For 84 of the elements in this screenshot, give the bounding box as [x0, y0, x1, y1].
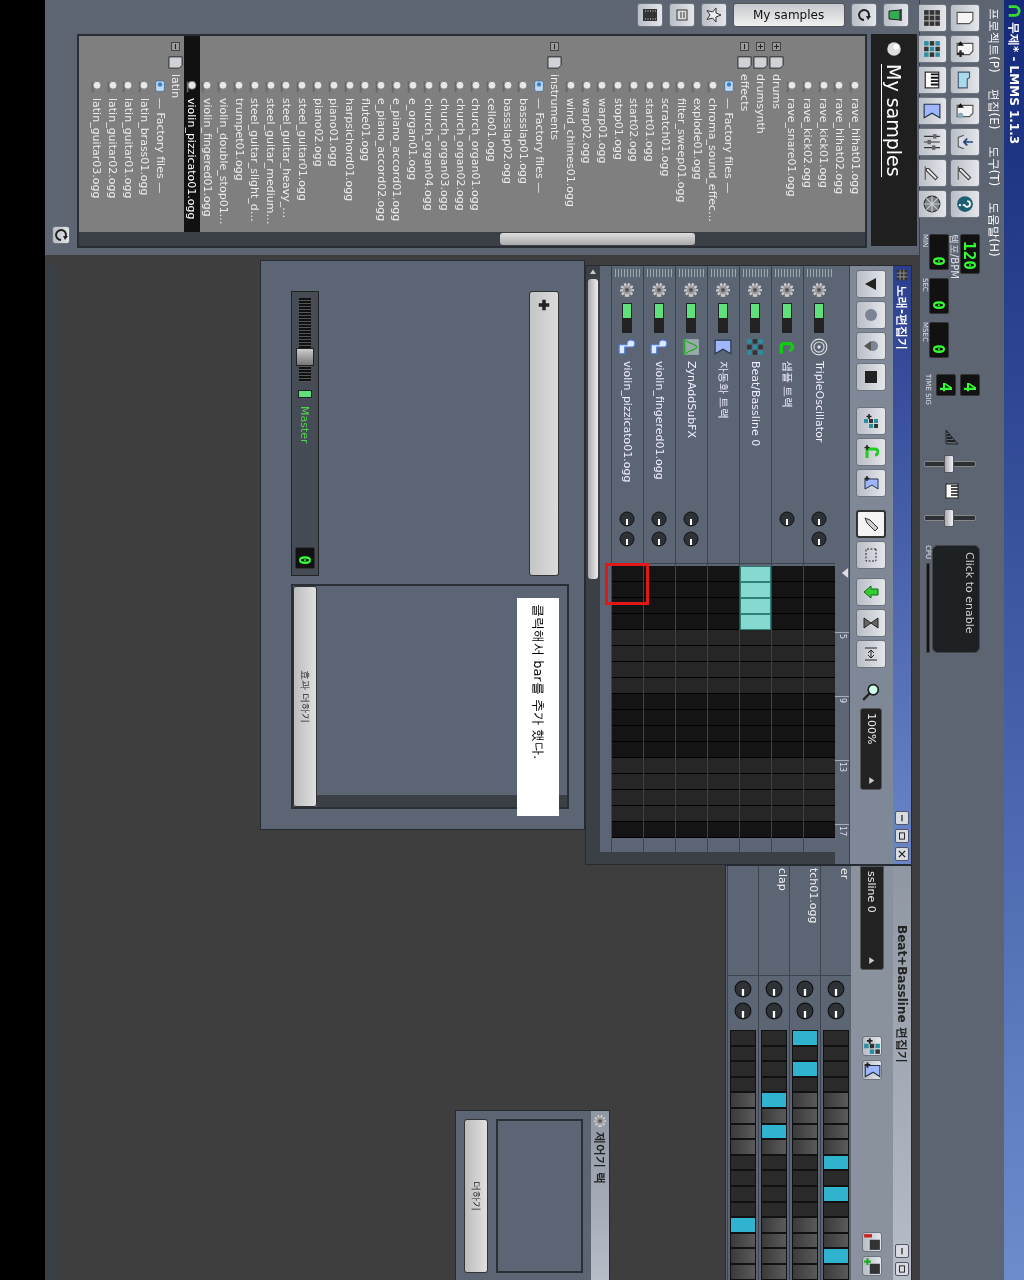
tempo-display[interactable]: 120 [960, 234, 980, 274]
tree-item[interactable]: flute01.ogg [357, 36, 374, 232]
track-name[interactable]: ZynAddSubFX [685, 361, 698, 506]
tree-item[interactable]: rave_hihat01.ogg [847, 36, 863, 232]
tree-item[interactable]: steel_guitar_slight_d… [246, 36, 263, 232]
track-name[interactable]: violin_pizzicato01.ogg [621, 361, 634, 506]
tree-item[interactable]: explode01.ogg [689, 36, 706, 232]
tree-item[interactable]: start01.ogg [641, 36, 658, 232]
cpu-load-display[interactable]: Click to enable [932, 544, 980, 653]
track-name[interactable]: violin_fingered01.ogg [653, 361, 666, 506]
zoom-dropdown[interactable]: 100% [860, 708, 883, 790]
pattern-dropdown[interactable]: ssline 0 [860, 866, 884, 970]
tempo-label: 템포/BPM [949, 234, 960, 281]
tree-item[interactable]: instruments [547, 36, 563, 232]
tree-item[interactable]: bassslap02.ogg [499, 36, 516, 232]
tree-item[interactable]: piano01.ogg [325, 36, 342, 232]
tree-item[interactable]: start02.ogg [626, 36, 642, 232]
tree-item[interactable]: harpsichord01.ogg [341, 36, 358, 232]
tree-item[interactable]: scratch01.ogg [657, 36, 674, 232]
window-title: 노래-편집기 [894, 285, 911, 352]
tree-item[interactable]: — Factory files — [152, 36, 168, 232]
menu-item[interactable]: 도구(T) [985, 145, 1003, 187]
track-name[interactable]: Beat/Bassline 0 [749, 361, 762, 506]
tree-item[interactable]: wind_chimes01.ogg [562, 36, 579, 232]
channel-number-display: 0 [295, 547, 315, 569]
tree-item[interactable]: violin_double_stop01… [215, 36, 232, 232]
tree-item[interactable]: steel_guitar_heavy_… [278, 36, 295, 232]
sidebar-tab[interactable]: My samples [733, 3, 845, 27]
track-name[interactable]: 자동화 트랙 [716, 361, 731, 506]
time-signature-numerator[interactable]: 4 [960, 374, 980, 396]
tree-item[interactable]: effects [736, 36, 753, 232]
tree-item[interactable]: violin_fingered01.ogg [199, 36, 216, 232]
menu-item[interactable]: 편집(E) [985, 88, 1003, 130]
track-name[interactable]: clap [759, 866, 789, 976]
tree-item[interactable]: church_organ02.ogg [452, 36, 469, 232]
channel-label: Master [298, 406, 312, 444]
tree-item[interactable]: trumpet01.ogg [231, 36, 247, 232]
tree-item[interactable]: e_piano_accord01.ogg [389, 36, 405, 232]
window-title: 제어기 랙 [592, 1132, 609, 1185]
window-title: 무제* - LMMS 1.1.3 [1006, 22, 1023, 145]
tree-item[interactable]: bassslap01.ogg [515, 36, 532, 232]
tree-item[interactable]: rave_kick02.ogg [799, 36, 816, 232]
tree-item[interactable]: rave_snare01.ogg [784, 36, 800, 232]
time-display: 0 [929, 322, 949, 358]
tree-item[interactable]: steel_guitar_medium… [262, 36, 279, 232]
tree-item[interactable]: piano02.ogg [310, 36, 326, 232]
tree-item[interactable]: warp01.ogg [594, 36, 611, 232]
add-controller-button[interactable]: 더하기 [464, 1119, 488, 1273]
tree-item[interactable]: latin_guitar01.ogg [120, 36, 137, 232]
tree-item[interactable]: steel_guitar01.ogg [294, 36, 311, 232]
tree-item[interactable]: filter_sweep01.ogg [673, 36, 690, 232]
tree-item[interactable]: cello01.ogg [483, 36, 500, 232]
tree-item[interactable]: drumsynth [752, 36, 769, 232]
tree-item[interactable]: warp02.ogg [578, 36, 595, 232]
time-display: 0 [929, 278, 949, 314]
tree-item[interactable]: chroma_sound_effec… [705, 36, 721, 232]
tree-item[interactable]: church_organ01.ogg [468, 36, 484, 232]
tree-item[interactable]: latin_brass01.ogg [136, 36, 153, 232]
browser-title: My samples [881, 64, 907, 177]
track-name[interactable]: tch01.ogg [790, 866, 820, 976]
track-name[interactable]: er [821, 866, 851, 976]
tree-item[interactable]: latin_guitar03.ogg [88, 36, 105, 232]
tree-item[interactable]: church_organ03.ogg [436, 36, 453, 232]
tree-item[interactable]: latin [167, 36, 184, 232]
tree-item[interactable]: latin_guitar02.ogg [104, 36, 121, 232]
tree-item[interactable]: violin_pizzicato01.ogg [183, 36, 200, 232]
tree-item[interactable]: e_organ01.ogg [404, 36, 421, 232]
tree-item[interactable]: stop01.ogg [610, 36, 627, 232]
tree-item[interactable]: — Factory files — [531, 36, 548, 232]
time-signature-denominator[interactable]: 4 [936, 374, 956, 396]
track-name[interactable]: TripleOscillator [813, 361, 826, 506]
add-effect-button[interactable]: 효과 더하기 [293, 586, 317, 807]
tree-item[interactable]: e_piano_accord02.ogg [373, 36, 390, 232]
tree-item[interactable]: rave_hihat02.ogg [831, 36, 848, 232]
menu-item[interactable]: 프로젝트(P) [985, 8, 1003, 73]
tree-item[interactable]: drums [768, 36, 784, 232]
time-display: 0 [929, 234, 949, 270]
menu-item[interactable]: 도움말(H) [985, 202, 1003, 257]
tree-item[interactable]: church_organ04.ogg [420, 36, 437, 232]
tree-item[interactable]: rave_kick01.ogg [815, 36, 832, 232]
window-title: Beat+Bassline 편집기 [894, 924, 911, 1065]
track-name[interactable]: 샘플 트랙 [780, 361, 795, 506]
tooltip: 클릭해서 bar를 추가 했다. [517, 598, 559, 816]
tree-item[interactable]: — Factory files — [720, 36, 737, 232]
